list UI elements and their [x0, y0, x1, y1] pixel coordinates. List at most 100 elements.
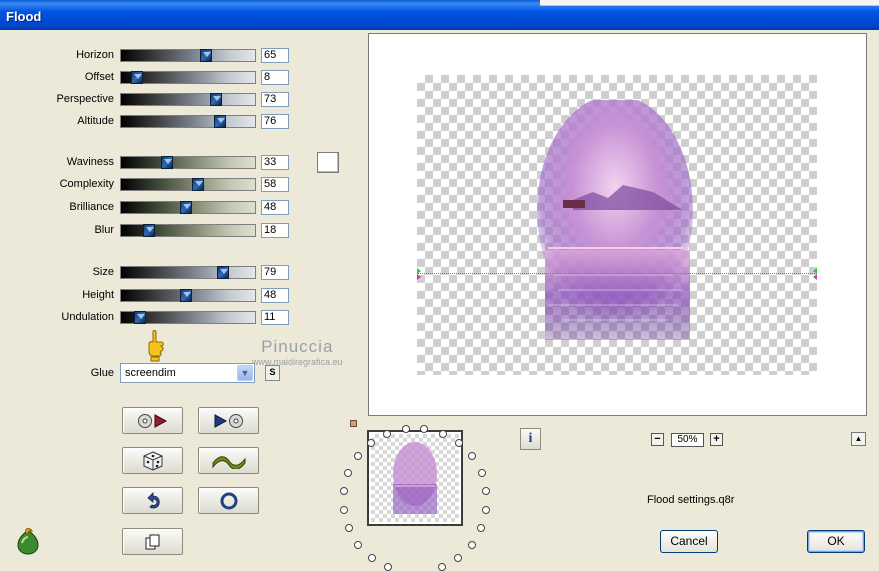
title-bar-strip: [540, 0, 879, 6]
param-slider[interactable]: [120, 49, 256, 62]
param-row-complexity: Complexity 58: [0, 177, 300, 193]
glue-s-button[interactable]: S: [265, 365, 280, 381]
param-slider[interactable]: [120, 115, 256, 128]
navigator-image: [393, 442, 437, 514]
param-slider[interactable]: [120, 71, 256, 84]
navigator-dot[interactable]: [439, 430, 447, 438]
paste-settings-button[interactable]: [198, 407, 259, 434]
copy-button[interactable]: [122, 528, 183, 555]
collapse-arrow-button[interactable]: ▲: [851, 432, 866, 446]
navigator-handle[interactable]: [350, 420, 357, 427]
slider-thumb[interactable]: [143, 224, 155, 237]
param-slider[interactable]: [120, 178, 256, 191]
navigator-dot[interactable]: [340, 487, 348, 495]
navigator-dot[interactable]: [438, 563, 446, 571]
param-label: Size: [92, 266, 114, 278]
water-color-swatch[interactable]: [317, 152, 339, 173]
dice-icon: [143, 450, 162, 471]
slider-thumb[interactable]: [200, 49, 212, 62]
info-button[interactable]: i: [520, 428, 541, 450]
slider-thumb[interactable]: [214, 115, 226, 128]
flaming-pear-logo-icon: [17, 528, 39, 555]
navigator-dot[interactable]: [383, 430, 391, 438]
param-value-field[interactable]: 48: [261, 288, 289, 303]
param-value-field[interactable]: 33: [261, 155, 289, 170]
param-value-field[interactable]: 65: [261, 48, 289, 63]
navigator-dot[interactable]: [477, 524, 485, 532]
slider-thumb[interactable]: [131, 71, 143, 84]
navigator-dot[interactable]: [482, 487, 490, 495]
param-slider[interactable]: [120, 156, 256, 169]
slider-thumb[interactable]: [134, 311, 146, 324]
slider-thumb[interactable]: [210, 93, 222, 106]
chevron-down-icon[interactable]: ▼: [237, 365, 253, 381]
param-value-field[interactable]: 11: [261, 310, 289, 325]
preview-panel[interactable]: [368, 33, 867, 416]
navigator-dot[interactable]: [420, 425, 428, 433]
navigator-dot[interactable]: [384, 563, 392, 571]
navigator-dot[interactable]: [402, 425, 410, 433]
param-row-size: Size 79: [0, 265, 300, 281]
navigator-dot[interactable]: [454, 554, 462, 562]
param-label: Undulation: [61, 311, 114, 323]
slider-thumb[interactable]: [192, 178, 204, 191]
param-value-field[interactable]: 73: [261, 92, 289, 107]
ok-button[interactable]: OK: [807, 530, 865, 553]
ring-icon: [220, 492, 237, 509]
param-row-offset: Offset 8: [0, 70, 300, 86]
param-value-field[interactable]: 58: [261, 177, 289, 192]
navigator-thumbnail[interactable]: [367, 430, 463, 526]
param-row-altitude: Altitude 76: [0, 114, 300, 130]
param-slider[interactable]: [120, 93, 256, 106]
param-value-field[interactable]: 8: [261, 70, 289, 85]
zoom-in-button[interactable]: +: [710, 433, 723, 446]
param-slider[interactable]: [120, 311, 256, 324]
navigator-dot[interactable]: [354, 541, 362, 549]
param-value-field[interactable]: 18: [261, 223, 289, 238]
navigator-dot[interactable]: [344, 469, 352, 477]
zoom-out-button[interactable]: −: [651, 433, 664, 446]
param-row-blur: Blur 18: [0, 223, 300, 239]
navigator-dot[interactable]: [468, 452, 476, 460]
param-label: Horizon: [76, 49, 114, 61]
disc-to-arrow-icon: [137, 413, 167, 428]
wave-icon: [212, 455, 245, 469]
navigator-dot[interactable]: [478, 469, 486, 477]
param-value-field[interactable]: 76: [261, 114, 289, 129]
preview-canvas[interactable]: [417, 75, 817, 375]
navigator-dot[interactable]: [340, 506, 348, 514]
slider-thumb[interactable]: [161, 156, 173, 169]
title-bar[interactable]: Flood: [0, 0, 879, 30]
param-row-brilliance: Brilliance 48: [0, 200, 300, 216]
slider-thumb[interactable]: [180, 201, 192, 214]
horizon-markers: [417, 268, 817, 280]
copy-settings-button[interactable]: [122, 407, 183, 434]
param-slider[interactable]: [120, 289, 256, 302]
glue-select[interactable]: screendim ▼: [120, 363, 255, 383]
param-slider[interactable]: [120, 201, 256, 214]
randomize-button[interactable]: [122, 447, 183, 474]
param-slider[interactable]: [120, 224, 256, 237]
param-row-height: Height 48: [0, 288, 300, 304]
slider-thumb[interactable]: [180, 289, 192, 302]
slider-thumb[interactable]: [217, 266, 229, 279]
param-value-field[interactable]: 48: [261, 200, 289, 215]
navigator-dot[interactable]: [367, 439, 375, 447]
navigator-dot[interactable]: [455, 439, 463, 447]
flood-dialog: Horizon 65 Offset 8 Perspective 73 Altitude 76 W…: [0, 30, 879, 571]
cancel-button[interactable]: Cancel: [660, 530, 718, 553]
navigator-dot[interactable]: [354, 452, 362, 460]
param-value-field[interactable]: 79: [261, 265, 289, 280]
navigator-dot[interactable]: [345, 524, 353, 532]
reset-button[interactable]: [198, 487, 259, 514]
param-label: Complexity: [59, 178, 114, 190]
undo-button[interactable]: [122, 487, 183, 514]
navigator-dot[interactable]: [482, 506, 490, 514]
param-label: Blur: [94, 224, 114, 236]
navigator-dot[interactable]: [368, 554, 376, 562]
animate-button[interactable]: [198, 447, 259, 474]
window-title: Flood: [6, 9, 42, 24]
navigator-dot[interactable]: [468, 541, 476, 549]
param-slider[interactable]: [120, 266, 256, 279]
watermark: Pinuccia www.maidiregrafica.eu: [252, 337, 343, 367]
